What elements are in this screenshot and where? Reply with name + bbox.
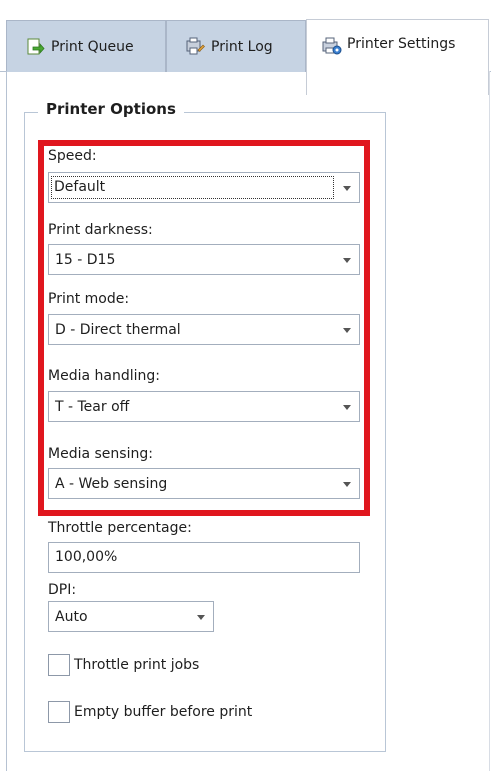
chevron-down-icon[interactable] — [197, 615, 205, 620]
tab-label: Print Log — [211, 38, 273, 55]
print-darkness-value: 15 - D15 — [55, 251, 116, 268]
tab-print-log[interactable]: Print Log — [166, 20, 306, 72]
media-sensing-value: A - Web sensing — [55, 475, 168, 492]
tab-printer-settings[interactable]: Printer Settings — [306, 19, 489, 95]
empty-buffer-row[interactable]: Empty buffer before print — [48, 701, 252, 723]
media-sensing-label: Media sensing: — [48, 446, 153, 462]
chevron-down-icon[interactable] — [343, 258, 351, 263]
speed-select[interactable]: Default — [48, 172, 360, 203]
speed-value: Default — [51, 176, 334, 199]
printer-settings-icon — [321, 36, 342, 56]
throttle-percentage-input[interactable]: 100,00% — [48, 542, 360, 573]
print-queue-icon — [25, 37, 45, 57]
chevron-down-icon[interactable] — [343, 482, 351, 487]
tab-strip: Print Queue Print Log Printer Settings — [0, 0, 491, 95]
print-mode-select[interactable]: D - Direct thermal — [48, 314, 360, 345]
speed-label: Speed: — [48, 148, 97, 164]
chevron-down-icon[interactable] — [343, 328, 351, 333]
print-darkness-label: Print darkness: — [48, 222, 153, 238]
print-log-icon — [185, 37, 205, 57]
panel-border-right — [489, 71, 490, 771]
dpi-select[interactable]: Auto — [48, 601, 214, 632]
dpi-label: DPI: — [48, 582, 77, 598]
media-handling-label: Media handling: — [48, 368, 160, 384]
throttle-print-jobs-checkbox[interactable] — [48, 654, 70, 676]
throttle-print-jobs-row[interactable]: Throttle print jobs — [48, 654, 199, 676]
tab-print-queue[interactable]: Print Queue — [6, 20, 166, 72]
dpi-value: Auto — [55, 608, 88, 625]
panel-border-left — [6, 71, 7, 771]
throttle-percentage-label: Throttle percentage: — [48, 520, 192, 536]
empty-buffer-label: Empty buffer before print — [74, 704, 253, 720]
throttle-print-jobs-label: Throttle print jobs — [74, 657, 200, 673]
tab-label: Printer Settings — [347, 36, 456, 52]
media-sensing-select[interactable]: A - Web sensing — [48, 468, 360, 499]
print-mode-value: D - Direct thermal — [55, 321, 181, 338]
media-handling-select[interactable]: T - Tear off — [48, 391, 360, 422]
group-title: Printer Options — [38, 100, 184, 118]
print-mode-label: Print mode: — [48, 291, 130, 307]
print-darkness-select[interactable]: 15 - D15 — [48, 244, 360, 275]
chevron-down-icon[interactable] — [343, 405, 351, 410]
chevron-down-icon[interactable] — [343, 186, 351, 191]
media-handling-value: T - Tear off — [55, 398, 130, 415]
empty-buffer-checkbox[interactable] — [48, 701, 70, 723]
tab-label: Print Queue — [51, 38, 134, 55]
